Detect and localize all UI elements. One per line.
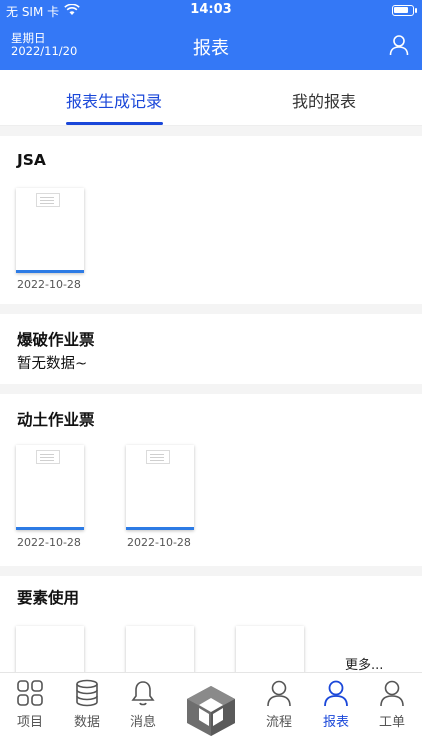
more-link[interactable]: 更多... <box>345 654 383 673</box>
thumbnail-bar <box>16 270 84 273</box>
report-date: 2022-10-28 <box>17 278 81 291</box>
person-icon <box>324 680 348 707</box>
thumbnail-bar <box>16 527 84 530</box>
battery-icon <box>392 5 414 16</box>
section-blasting: 爆破作业票 暂无数据~ <box>0 314 422 384</box>
battery-tip <box>415 8 417 13</box>
empty-message: 暂无数据~ <box>17 356 88 372</box>
section-title: 动土作业票 <box>17 411 95 429</box>
report-date: 2022-10-28 <box>17 536 81 549</box>
tab-label: 消息 <box>129 715 156 730</box>
user-icon[interactable] <box>388 34 410 56</box>
database-icon <box>76 679 98 707</box>
report-thumbnail[interactable] <box>126 445 194 530</box>
report-thumbnail[interactable] <box>236 626 304 672</box>
tab-report-records[interactable]: 报表生成记录 <box>66 88 162 112</box>
tab-label: 数据 <box>73 715 100 730</box>
person-icon <box>267 680 291 707</box>
section-title: JSA <box>17 151 46 169</box>
report-thumbnail[interactable] <box>16 188 84 273</box>
page-title: 报表 <box>193 38 229 59</box>
bell-icon <box>131 681 155 706</box>
divider <box>0 304 422 314</box>
tab-label: 工单 <box>378 715 405 730</box>
thumbnail-bar <box>126 527 194 530</box>
tab-label: 报表 <box>322 715 349 730</box>
report-thumbnail[interactable] <box>16 445 84 530</box>
section-jsa: JSA 2022-10-28 <box>0 136 422 304</box>
document-preview <box>146 450 170 464</box>
divider <box>0 384 422 394</box>
tab-work-orders[interactable]: 工单 <box>362 679 422 730</box>
section-title: 要素使用 <box>17 589 80 607</box>
tab-label: 项目 <box>16 715 43 730</box>
document-preview <box>36 450 60 464</box>
grid-icon <box>17 680 43 706</box>
tab-bar-top: 报表生成记录 我的报表 <box>0 70 422 126</box>
tab-my-reports[interactable]: 我的报表 <box>292 88 356 112</box>
tab-data[interactable]: 数据 <box>57 679 117 730</box>
person-icon <box>380 680 404 707</box>
tab-reports[interactable]: 报表 <box>306 679 366 730</box>
status-bar: 无 SIM 卡 14:03 <box>0 0 422 22</box>
document-preview <box>36 193 60 207</box>
tab-projects[interactable]: 项目 <box>0 679 60 730</box>
tab-active-indicator <box>66 122 163 125</box>
tab-workflow[interactable]: 流程 <box>249 679 309 730</box>
divider <box>0 126 422 136</box>
report-date: 2022-10-28 <box>127 536 191 549</box>
tab-label: 流程 <box>265 715 292 730</box>
divider <box>0 566 422 576</box>
clock: 14:03 <box>190 2 232 17</box>
section-excavation: 动土作业票 2022-10-28 2022-10-28 <box>0 394 422 566</box>
header: 星期日 2022/11/20 报表 <box>0 22 422 70</box>
section-title: 爆破作业票 <box>17 331 95 349</box>
report-thumbnail[interactable] <box>126 626 194 672</box>
logo-icon[interactable] <box>183 684 239 738</box>
tab-messages[interactable]: 消息 <box>113 679 173 730</box>
report-thumbnail[interactable] <box>16 626 84 672</box>
